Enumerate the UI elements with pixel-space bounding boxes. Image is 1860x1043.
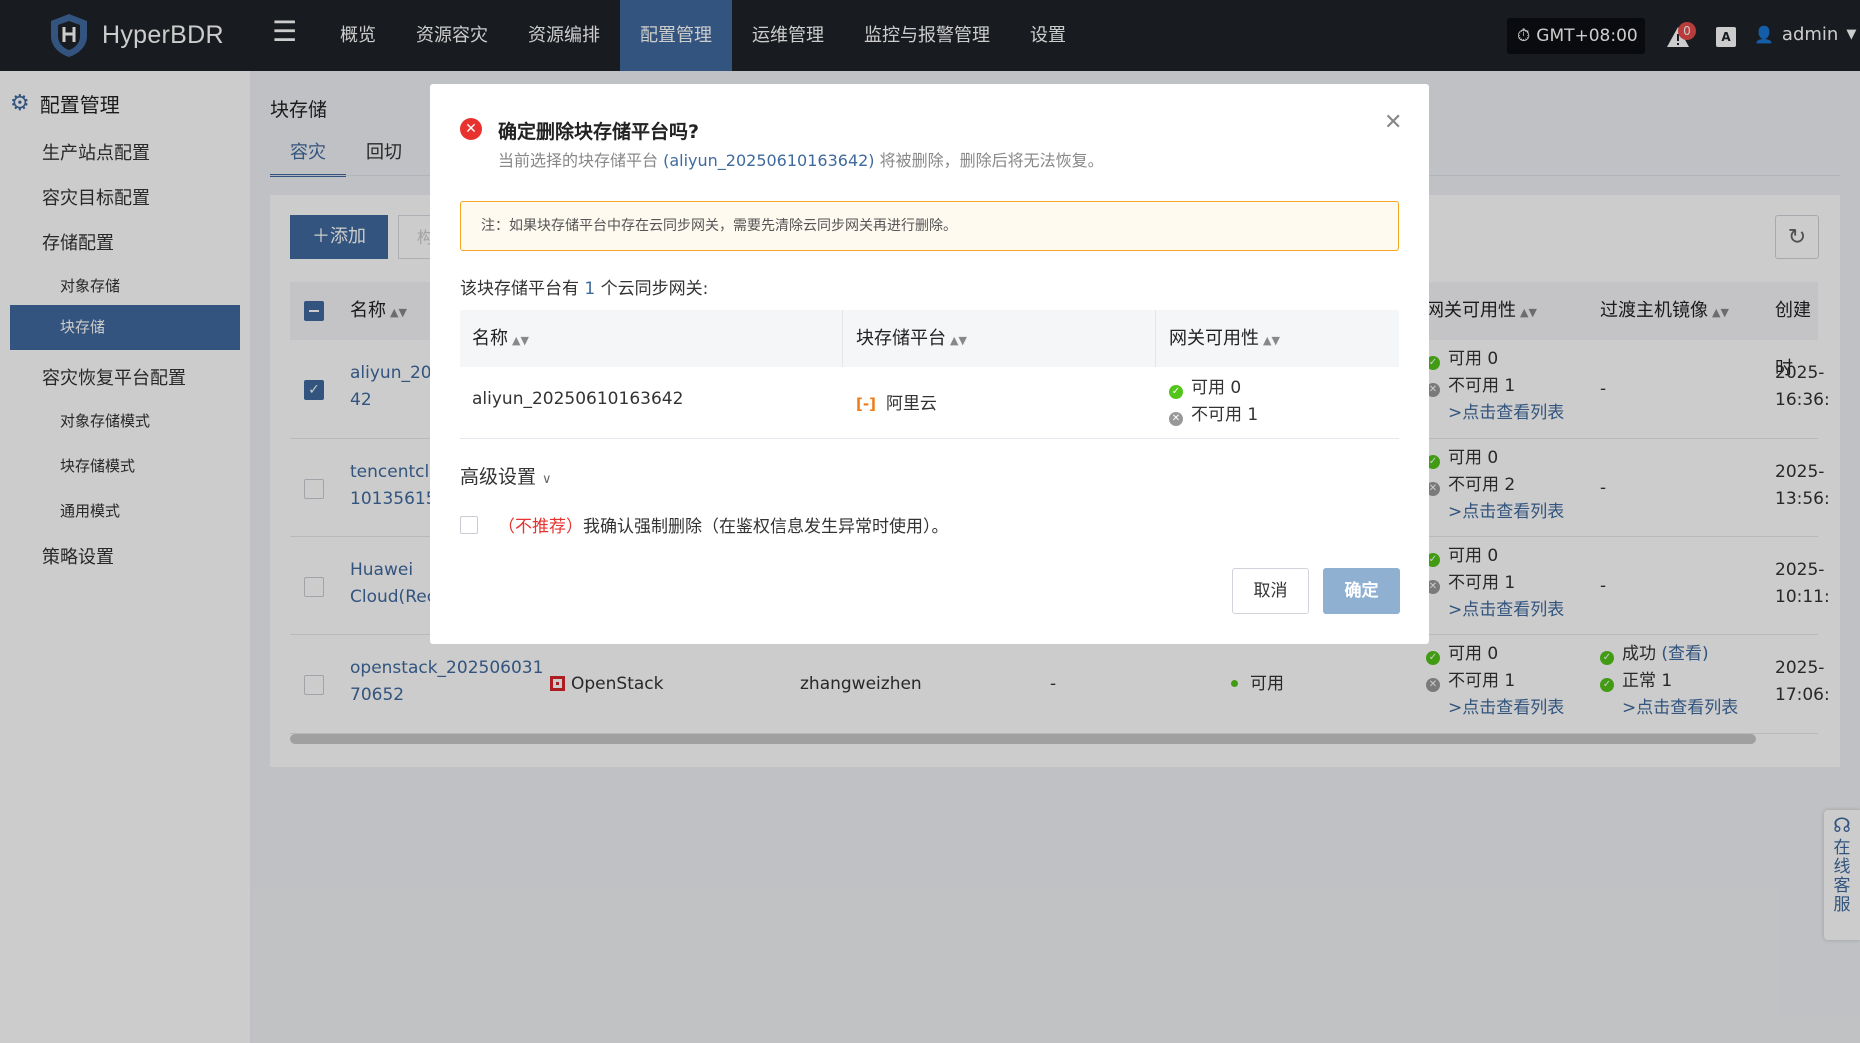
dialog-subtitle: 当前选择的块存储平台 (aliyun_20250610163642) 将被删除，… xyxy=(498,147,1104,171)
check-circle-icon: ✓ xyxy=(1169,385,1183,399)
column-divider xyxy=(842,310,843,367)
gw-no: 不可用 1 xyxy=(1191,405,1259,425)
gw-count-suffix: 个云同步网关: xyxy=(595,279,709,299)
delete-confirm-dialog: ✕ 确定删除块存储平台吗? 当前选择的块存储平台 (aliyun_2025061… xyxy=(430,84,1429,644)
sort-icon: ▲▼ xyxy=(512,334,529,347)
chevron-down-icon: ∨ xyxy=(542,472,552,487)
warning-notice: 注：如果块存储平台中存在云同步网关，需要先清除云同步网关再进行删除。 xyxy=(460,201,1399,251)
force-delete-option: （不推荐） 我确认强制删除（在鉴权信息发生异常时使用）。 xyxy=(460,512,949,537)
close-icon[interactable]: ✕ xyxy=(1384,110,1402,135)
gw-ok: 可用 0 xyxy=(1191,378,1242,398)
gw-col-platform-label: 块存储平台 xyxy=(856,328,946,349)
sort-icon: ▲▼ xyxy=(950,334,967,347)
gw-col-platform[interactable]: 块存储平台 ▲▼ xyxy=(856,310,967,369)
subtitle-prefix: 当前选择的块存储平台 xyxy=(498,151,664,170)
gw-count-number: 1 xyxy=(584,279,596,299)
subtitle-platform-name: (aliyun_20250610163642) xyxy=(663,151,875,170)
confirm-button[interactable]: 确定 xyxy=(1323,568,1400,614)
gw-col-availability[interactable]: 网关可用性 ▲▼ xyxy=(1169,310,1280,369)
gateway-row: aliyun_20250610163642 [-] 阿里云 ✓ 可用 0 ✕ 不可用 … xyxy=(460,367,1399,439)
gw-availability: ✓ 可用 0 ✕ 不可用 1 xyxy=(1169,375,1258,429)
gateway-table-header: 名称 ▲▼ 块存储平台 ▲▼ 网关可用性 ▲▼ xyxy=(460,310,1399,367)
dialog-title: 确定删除块存储平台吗? xyxy=(498,121,700,143)
gw-col-name-label: 名称 xyxy=(472,328,508,349)
gw-count-prefix: 该块存储平台有 xyxy=(460,279,585,299)
force-delete-checkbox[interactable] xyxy=(460,515,478,534)
subtitle-suffix: 将被删除，删除后将无法恢复。 xyxy=(874,151,1104,170)
column-divider xyxy=(1155,310,1156,367)
x-circle-icon: ✕ xyxy=(1169,412,1183,426)
advanced-settings-toggle[interactable]: 高级设置 ∨ xyxy=(460,462,552,489)
gateway-count-text: 该块存储平台有 1 个云同步网关: xyxy=(460,274,708,299)
advanced-settings-label: 高级设置 xyxy=(460,466,537,488)
sort-icon: ▲▼ xyxy=(1263,334,1280,347)
gw-col-name[interactable]: 名称 ▲▼ xyxy=(472,310,529,369)
error-circle-icon: ✕ xyxy=(460,118,482,140)
aliyun-icon: [-] xyxy=(856,395,876,413)
not-recommended-label: （不推荐） xyxy=(498,517,583,537)
gw-name-link[interactable]: aliyun_20250610163642 xyxy=(472,389,683,409)
gw-platform: [-] 阿里云 xyxy=(856,389,937,414)
force-delete-label: 我确认强制删除（在鉴权信息发生异常时使用）。 xyxy=(583,517,949,537)
cancel-button[interactable]: 取消 xyxy=(1232,568,1309,614)
gw-platform-label: 阿里云 xyxy=(885,394,937,414)
gw-col-availability-label: 网关可用性 xyxy=(1169,328,1259,349)
